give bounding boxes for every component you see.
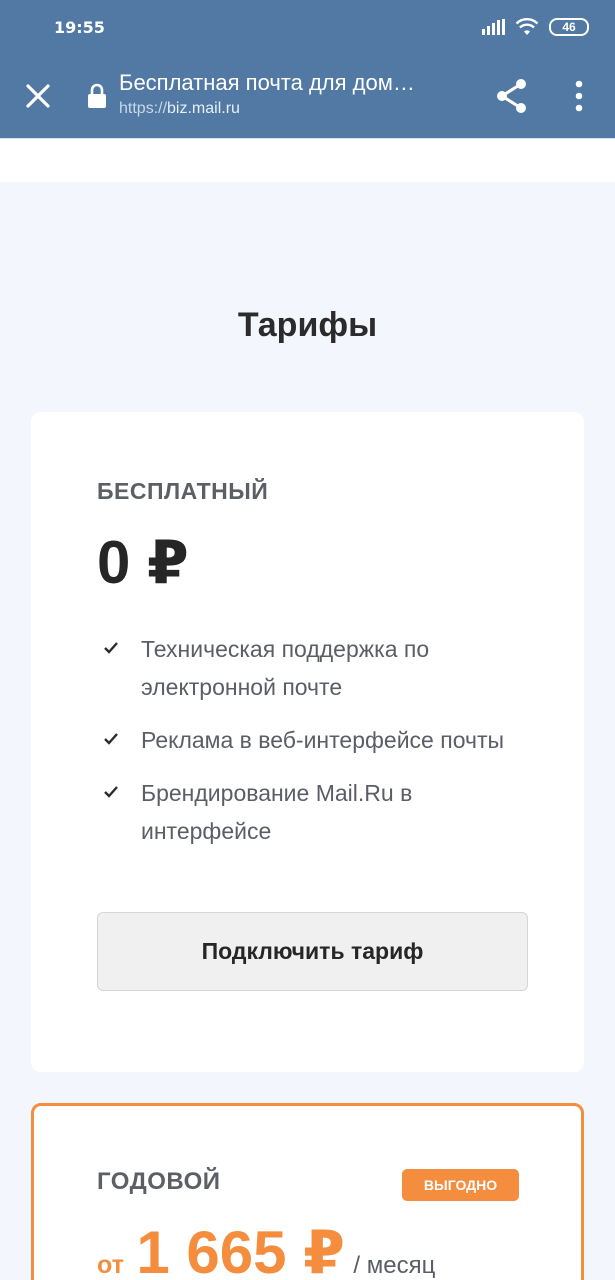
close-icon[interactable]	[18, 76, 58, 116]
connect-plan-button[interactable]: Подключить тариф	[97, 912, 528, 991]
price-prefix: от	[97, 1251, 124, 1279]
feature-list: Техническая поддержка по электронной поч…	[97, 630, 537, 865]
price-period: / месяц	[353, 1252, 436, 1279]
section-title: Тарифы	[237, 306, 378, 344]
check-icon	[104, 642, 118, 654]
check-icon	[104, 786, 118, 798]
check-icon	[104, 733, 118, 745]
feature-item: Реклама в веб-интерфейсе почты	[97, 721, 537, 759]
more-vertical-icon[interactable]	[566, 76, 592, 116]
plan-price: 1 665 ₽	[136, 1219, 345, 1280]
page-url: https://biz.mail.ru	[119, 100, 469, 118]
plan-name: БЕСПЛАТНЫЙ	[97, 478, 269, 504]
url-host: biz.mail.ru	[167, 100, 240, 117]
url-info[interactable]: Бесплатная почта для дом… https://biz.ma…	[119, 70, 469, 118]
plan-price: 0 ₽	[97, 529, 189, 596]
browser-toolbar: 19:55 46 Бесплатная почта для дом… https…	[0, 0, 615, 138]
share-icon[interactable]	[494, 76, 530, 116]
status-time: 19:55	[54, 18, 105, 37]
battery-icon: 46	[549, 18, 589, 36]
plan-name: ГОДОВОЙ	[97, 1168, 221, 1195]
feature-text: Брендирование Mail.Ru в интерфейсе	[141, 780, 413, 844]
status-icons: 46	[482, 16, 589, 38]
feature-item: Техническая поддержка по электронной поч…	[97, 630, 537, 706]
feature-text: Реклама в веб-интерфейсе почты	[141, 727, 505, 753]
plan-price-row: от 1 665 ₽ / месяц	[97, 1218, 435, 1280]
page-header-strip	[0, 138, 615, 182]
plan-card-free: БЕСПЛАТНЫЙ 0 ₽ Техническая поддержка по …	[31, 412, 584, 1072]
feature-text: Техническая поддержка по электронной поч…	[141, 636, 430, 700]
url-bar: Бесплатная почта для дом… https://biz.ma…	[0, 56, 615, 138]
feature-item: Брендирование Mail.Ru в интерфейсе	[97, 774, 537, 850]
lock-icon	[88, 83, 106, 108]
plan-card-annual: ГОДОВОЙ ВЫГОДНО от 1 665 ₽ / месяц	[31, 1103, 584, 1280]
signal-icon	[482, 19, 505, 35]
deal-badge: ВЫГОДНО	[402, 1169, 519, 1201]
status-bar: 19:55 46	[0, 0, 615, 56]
url-scheme: https://	[119, 100, 168, 117]
page-title: Бесплатная почта для дом…	[119, 70, 415, 95]
wifi-icon	[515, 18, 539, 35]
